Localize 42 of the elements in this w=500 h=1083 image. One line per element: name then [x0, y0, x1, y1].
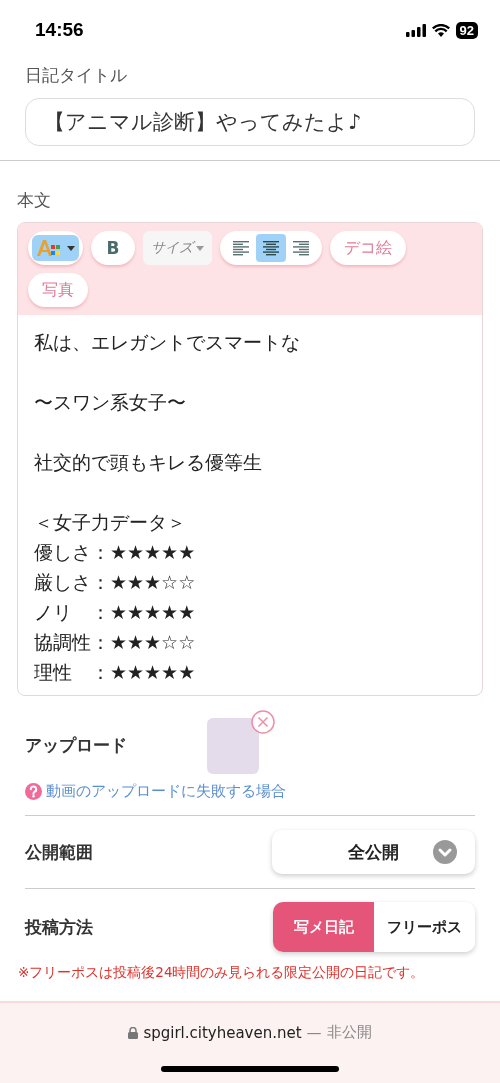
align-center-button[interactable] — [256, 234, 286, 262]
post-method-label: 投稿方法 — [25, 915, 93, 939]
upload-label: アップロード — [25, 733, 127, 757]
text-color-button[interactable] — [28, 231, 83, 265]
visibility-label: 公開範囲 — [25, 840, 93, 864]
photo-placeholder — [207, 718, 259, 774]
lock-icon — [128, 1026, 139, 1039]
body-text-line: 社交的で頭もキレる優等生 — [34, 450, 263, 475]
font-size-button[interactable]: サイズ — [143, 231, 212, 265]
deco-button[interactable]: デコ絵 — [330, 231, 406, 265]
caret-icon — [196, 245, 204, 251]
wifi-icon — [431, 23, 450, 37]
body-text-line: 〜スワン系女子〜 — [34, 390, 187, 415]
post-method-tab[interactable]: 写メ日記 — [273, 902, 374, 952]
url-separator: — — [306, 1023, 322, 1042]
align-left-icon — [233, 240, 249, 256]
privacy-label: 非公開 — [326, 1023, 372, 1042]
post-method-tab[interactable]: フリーポス — [374, 902, 475, 952]
signal-icon — [405, 23, 426, 37]
notice-text: ※フリーポスは投稿後24時間のみ見られる限定公開の日記です。 — [18, 964, 426, 982]
align-right-icon — [293, 240, 309, 256]
status-time: 14:56 — [35, 19, 84, 41]
battery-indicator: 92 — [455, 21, 478, 39]
url-text[interactable]: spgirl.cityheaven.net — [143, 1023, 302, 1042]
visibility-dropdown[interactable]: 全公開 — [272, 830, 475, 874]
body-text-line: ノリ ：★★★★★ — [34, 600, 197, 625]
align-center-icon — [263, 240, 279, 256]
body-text-line: 協調性：★★★☆☆ — [34, 630, 197, 655]
chevron-down-icon — [433, 840, 457, 864]
help-link[interactable]: 動画のアップロードに失敗する場合 — [46, 782, 286, 801]
body-text-line: 厳しさ：★★★☆☆ — [34, 570, 197, 595]
title-input-field[interactable]: 【アニマル診断】やってみたよ♪ — [25, 98, 475, 146]
caret-icon — [67, 245, 75, 251]
field-label: 日記タイトル — [25, 64, 128, 87]
body-text-area[interactable]: 私は、エレガントでスマートな 〜スワン系女子〜 社交的で頭もキレる優等生 ＜女子力データ＞ 優しさ：★★★★★ 厳しさ：★★★☆☆ ノリ ：★★★★★ 協調性：★★★☆☆ 理性 ：★★★★★ — [18, 315, 482, 695]
body-text-line: ＜女子力データ＞ — [34, 510, 187, 535]
body-text-line: 優しさ：★★★★★ — [34, 540, 197, 565]
body-text-line: 理性 ：★★★★★ — [34, 660, 197, 685]
bold-button[interactable]: B — [91, 231, 135, 265]
field-label: 本文 — [17, 189, 52, 212]
help-icon — [25, 783, 42, 800]
body-text-line: 私は、エレガントでスマートな — [34, 330, 301, 355]
